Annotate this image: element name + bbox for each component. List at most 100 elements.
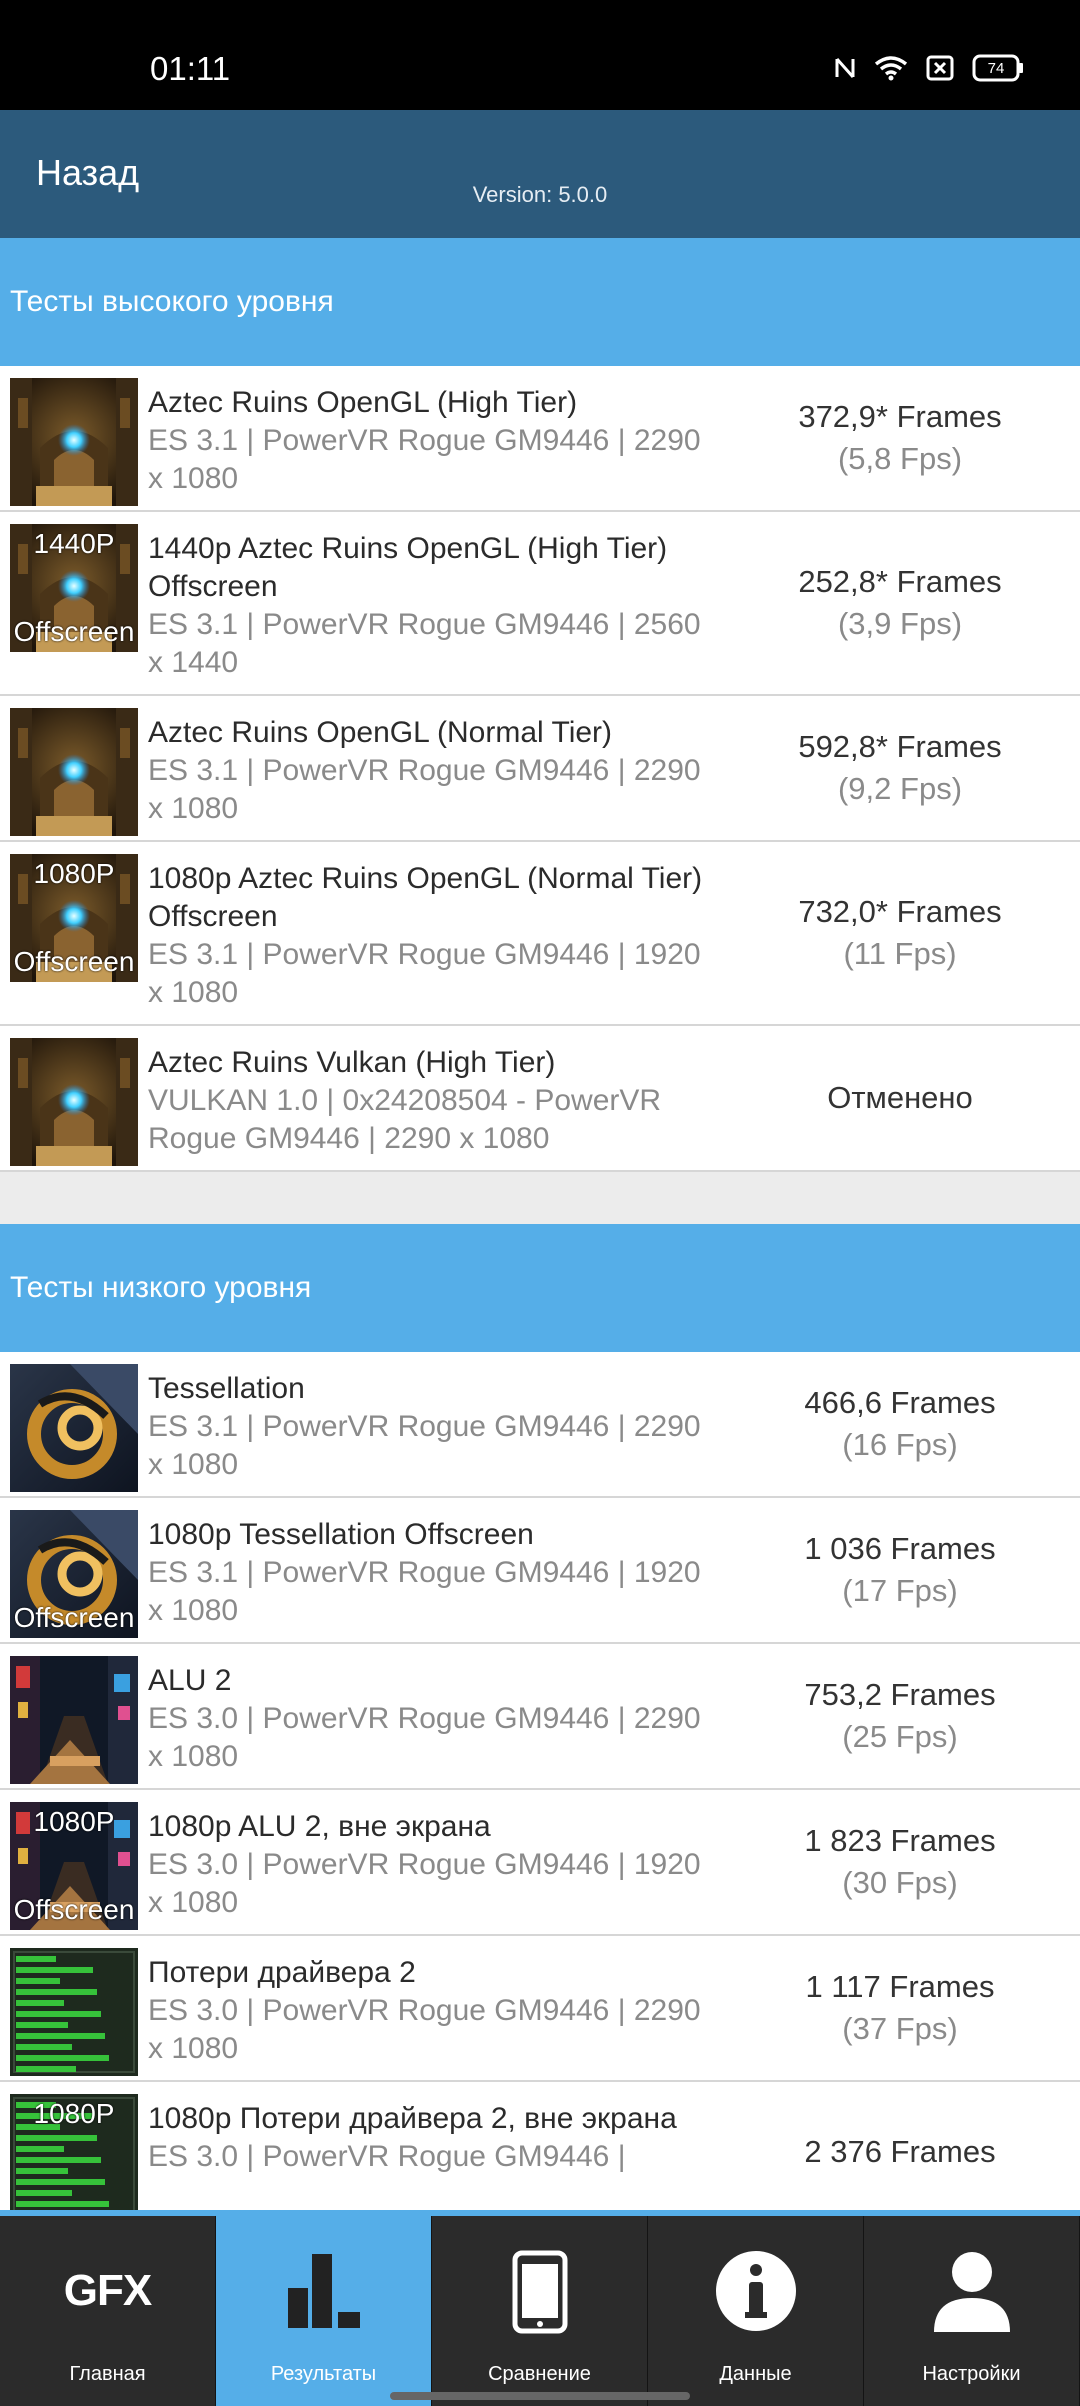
test-score: 1 036 Frames (17 Fps)	[720, 1498, 1080, 1642]
score-frames: 2 376 Frames	[804, 2134, 996, 2169]
version-label: Version: 5.0.0	[472, 182, 608, 207]
person-icon	[932, 2250, 1012, 2339]
test-title: Aztec Ruins Vulkan (High Tier)	[148, 1046, 556, 1079]
nav-item-person[interactable]: Настройки	[864, 2216, 1080, 2406]
score-frames: 753,2 Frames	[804, 1677, 996, 1712]
home-indicator[interactable]	[390, 2392, 690, 2400]
test-thumbnail: 1440P Offscreen	[10, 524, 138, 652]
thumbnail-resolution-label: 1080P	[33, 858, 115, 889]
test-title: ALU 2	[148, 1664, 232, 1697]
thumbnail-offscreen-label: Offscreen	[13, 1602, 135, 1633]
test-score: 252,8* Frames (3,9 Fps)	[720, 512, 1080, 694]
test-info: 1080p Tessellation Offscreen ES 3.1 | Pow…	[138, 1498, 720, 1642]
test-details: ES 3.1 | PowerVR Rogue GM9446 | 1920 x 1…	[148, 1556, 701, 1627]
bottom-nav: GFX Главная Результаты Сравнение Данные Настр…	[0, 2210, 1080, 2406]
score-fps: (16 Fps)	[842, 1427, 958, 1462]
test-thumbnail	[10, 1948, 138, 2076]
test-details: ES 3.0 | PowerVR Rogue GM9446 |	[148, 2140, 626, 2173]
test-info: 1440p Aztec Ruins OpenGL (High Tier) Off…	[138, 512, 720, 694]
test-info: Aztec Ruins OpenGL (Normal Tier) ES 3.1 |…	[138, 696, 720, 840]
bar-chart-icon	[284, 2250, 364, 2335]
test-score: 732,0* Frames (11 Fps)	[720, 842, 1080, 1024]
test-title: 1080p Aztec Ruins OpenGL (Normal Tier) O…	[148, 862, 703, 933]
nav-label: Главная	[69, 2363, 146, 2385]
score-frames: 1 117 Frames	[805, 1969, 995, 2004]
test-thumbnail: 1080P Offscreen	[10, 854, 138, 982]
status-bar: 01:11 74	[0, 0, 1080, 110]
gfx-logo: GFX	[63, 2266, 152, 2315]
score-fps: (5,8 Fps)	[837, 441, 963, 476]
test-thumbnail	[10, 378, 138, 506]
score-frames: 592,8* Frames	[798, 729, 1002, 764]
wifi-icon	[874, 56, 908, 81]
score-fps: (11 Fps)	[843, 936, 957, 971]
phone-icon	[512, 2250, 568, 2339]
section-spacer	[0, 1172, 1080, 1224]
test-info: 1080p Aztec Ruins OpenGL (Normal Tier) O…	[138, 842, 720, 1024]
score-fps: (37 Fps)	[842, 2011, 958, 2046]
thumbnail-offscreen-label: Offscreen	[13, 946, 135, 977]
score-frames: 1 036 Frames	[804, 1531, 996, 1566]
test-details: ES 3.0 | PowerVR Rogue GM9446 | 2290 x 1…	[148, 1702, 701, 1773]
thumbnail-resolution-label: 1440P	[33, 528, 115, 559]
nav-item-bar-chart[interactable]: Результаты	[216, 2216, 432, 2406]
test-title: Aztec Ruins OpenGL (Normal Tier)	[148, 716, 613, 749]
test-details: ES 3.1 | PowerVR Rogue GM9446 | 2290 x 1…	[148, 424, 701, 495]
score-fps: (17 Fps)	[842, 1573, 958, 1608]
test-info: 1080p ALU 2, вне экрана ES 3.0 | PowerVR …	[138, 1790, 720, 1934]
result-row[interactable]: Aztec Ruins Vulkan (High Tier) VULKAN 1.0…	[0, 1026, 1080, 1172]
battery-level: 74	[988, 60, 1005, 77]
score-fps: (9,2 Fps)	[837, 771, 963, 806]
test-title: 1080p Tessellation Offscreen	[148, 1518, 534, 1551]
result-row[interactable]: 1080P 1080p Потери драйвера 2, вне экрана…	[0, 2082, 1080, 2210]
test-info: ALU 2 ES 3.0 | PowerVR Rogue GM9446 | 229…	[138, 1644, 720, 1788]
result-row[interactable]: 1080P Offscreen 1080p Aztec Ruins OpenGL (…	[0, 842, 1080, 1026]
result-row[interactable]: Tessellation ES 3.1 | PowerVR Rogue GM944…	[0, 1352, 1080, 1498]
score-frames: 466,6 Frames	[804, 1385, 996, 1420]
result-row[interactable]: ALU 2 ES 3.0 | PowerVR Rogue GM9446 | 229…	[0, 1644, 1080, 1790]
test-title: 1080p ALU 2, вне экрана	[148, 1810, 491, 1843]
sim-error-icon	[926, 55, 954, 81]
result-row[interactable]: 1440P Offscreen 1440p Aztec Ruins OpenGL (…	[0, 512, 1080, 696]
test-details: ES 3.1 | PowerVR Rogue GM9446 | 2290 x 1…	[148, 1410, 701, 1481]
score-frames: 732,0* Frames	[798, 894, 1002, 929]
nav-item-info[interactable]: Данные	[648, 2216, 864, 2406]
test-score: 592,8* Frames (9,2 Fps)	[720, 696, 1080, 840]
test-info: Потери драйвера 2 ES 3.0 | PowerVR Rogue …	[138, 1936, 720, 2080]
info-icon	[715, 2250, 797, 2337]
score-frames: Отменено	[827, 1080, 973, 1115]
test-thumbnail: 1080P	[10, 2094, 138, 2210]
test-thumbnail	[10, 1656, 138, 1784]
thumbnail-offscreen-label: Offscreen	[13, 1894, 135, 1925]
nav-item-gfx-logo[interactable]: GFX Главная	[0, 2216, 216, 2406]
result-row[interactable]: 1080P Offscreen 1080p ALU 2, вне экрана ES …	[0, 1790, 1080, 1936]
test-thumbnail	[10, 1038, 138, 1166]
test-thumbnail: Offscreen	[10, 1510, 138, 1638]
test-title: 1080p Потери драйвера 2, вне экрана	[148, 2102, 677, 2135]
test-info: Aztec Ruins Vulkan (High Tier) VULKAN 1.0…	[138, 1026, 720, 1170]
test-title: Tessellation	[148, 1372, 305, 1405]
result-row[interactable]: Потери драйвера 2 ES 3.0 | PowerVR Rogue …	[0, 1936, 1080, 2082]
score-fps: (3,9 Fps)	[837, 606, 963, 641]
test-score: 2 376 Frames	[720, 2082, 1080, 2210]
test-score: 466,6 Frames (16 Fps)	[720, 1352, 1080, 1496]
test-score: 1 117 Frames (37 Fps)	[720, 1936, 1080, 2080]
score-frames: 1 823 Frames	[804, 1823, 996, 1858]
score-fps: (30 Fps)	[842, 1865, 958, 1900]
nav-item-phone[interactable]: Сравнение	[432, 2216, 648, 2406]
score-frames: 252,8* Frames	[798, 564, 1002, 599]
test-thumbnail: 1080P Offscreen	[10, 1802, 138, 1930]
test-details: ES 3.0 | PowerVR Rogue GM9446 | 1920 x 1…	[148, 1848, 701, 1919]
test-title: 1440p Aztec Ruins OpenGL (High Tier) Off…	[148, 532, 668, 603]
result-row[interactable]: Offscreen 1080p Tessellation Offscreen ES …	[0, 1498, 1080, 1644]
result-row[interactable]: Aztec Ruins OpenGL (High Tier) ES 3.1 | P…	[0, 366, 1080, 512]
app-header: Назад Version: 5.0.0	[0, 110, 1080, 238]
test-score: Отменено	[720, 1026, 1080, 1170]
status-time: 01:11	[150, 50, 231, 87]
test-thumbnail	[10, 1364, 138, 1492]
results-list[interactable]: Тесты высокого уровня Aztec Ruins OpenGL …	[0, 238, 1080, 2210]
test-score: 1 823 Frames (30 Fps)	[720, 1790, 1080, 1934]
result-row[interactable]: Aztec Ruins OpenGL (Normal Tier) ES 3.1 |…	[0, 696, 1080, 842]
test-details: ES 3.1 | PowerVR Rogue GM9446 | 2560 x 1…	[148, 608, 701, 679]
thumbnail-resolution-label: 1080P	[33, 2098, 115, 2129]
